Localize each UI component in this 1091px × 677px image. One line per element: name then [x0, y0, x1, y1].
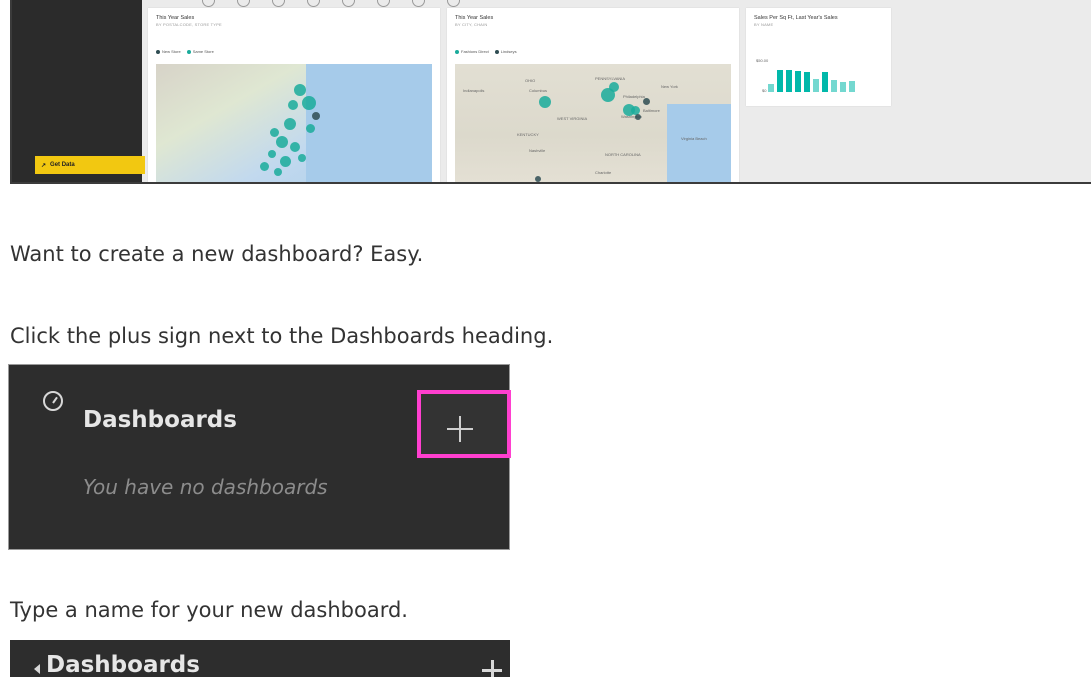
legend-fashions-direct: Fashions Direct [461, 49, 489, 54]
map-tile-city[interactable]: This Year Sales BY CITY, CHAIN Fashions … [447, 8, 739, 182]
bar-8 [840, 82, 846, 92]
bar-2 [786, 70, 792, 92]
legend-same-store: Same Store [192, 49, 214, 54]
bar-6 [822, 72, 828, 92]
map-tile-postalcode[interactable]: This Year Sales BY POSTALCODE, STORE TYP… [148, 8, 440, 182]
empty-dashboards-message: You have no dashboards [83, 475, 328, 499]
bar-7 [831, 80, 837, 92]
bar-3 [795, 71, 801, 92]
powerbi-screenshot-top: ↗ Get Data This Year Sales BY POSTALCODE… [10, 0, 1091, 184]
axis-top-label: $50.00 [756, 58, 769, 63]
tile-title: This Year Sales [156, 15, 195, 21]
map-legend: Fashions Direct Lindseys [455, 49, 517, 54]
get-data-label: Get Data [50, 162, 75, 168]
plus-icon[interactable] [482, 660, 502, 677]
tile-title: Sales Per Sq Ft, Last Year's Sales [754, 15, 838, 21]
legend-new-store: New Store [162, 49, 181, 54]
tile-subtitle: BY CITY, CHAIN [455, 22, 488, 27]
bar-4 [804, 72, 810, 92]
dashboards-heading: Dashboards [46, 652, 200, 677]
dashboards-panel-screenshot: Dashboards You have no dashboards [8, 364, 511, 550]
tile-title: This Year Sales [455, 15, 494, 21]
map-legend: New Store Same Store [156, 49, 214, 54]
dashboards-heading: Dashboards [83, 407, 237, 433]
gauge-icon [43, 391, 63, 411]
kpi-icon-row [202, 0, 460, 7]
legend-lindseys: Lindseys [500, 49, 517, 54]
bar-1 [777, 70, 783, 92]
bar-9 [849, 81, 855, 92]
instruction-line-3: Type a name for your new dashboard. [10, 598, 408, 622]
mini-bar-chart [768, 70, 855, 92]
map-visual[interactable] [156, 64, 432, 182]
arrow-icon: ↗ [41, 162, 47, 169]
instruction-line-2: Click the plus sign next to the Dashboar… [10, 324, 554, 348]
dashboards-panel-screenshot-2: Dashboards [10, 640, 510, 677]
plus-icon[interactable] [447, 416, 473, 442]
add-dashboard-highlight [417, 390, 511, 458]
collapse-arrow-icon[interactable] [34, 664, 40, 674]
get-data-button[interactable]: ↗ Get Data [35, 156, 145, 174]
dashboard-canvas: This Year Sales BY POSTALCODE, STORE TYP… [142, 0, 1091, 182]
axis-bottom-label: $0 [762, 88, 767, 93]
bar-5 [813, 79, 819, 92]
bar-chart-tile[interactable]: Sales Per Sq Ft, Last Year's Sales BY NA… [746, 8, 891, 106]
map-visual[interactable]: OHIO PENNSYLVANIA Indianapolis Columbus … [455, 64, 731, 182]
tile-subtitle: BY POSTALCODE, STORE TYPE [156, 22, 222, 27]
tile-subtitle: BY NAME [754, 22, 774, 27]
instruction-line-1: Want to create a new dashboard? Easy. [10, 242, 424, 266]
bar-0 [768, 84, 774, 92]
left-nav-pane: ↗ Get Data [12, 0, 145, 182]
